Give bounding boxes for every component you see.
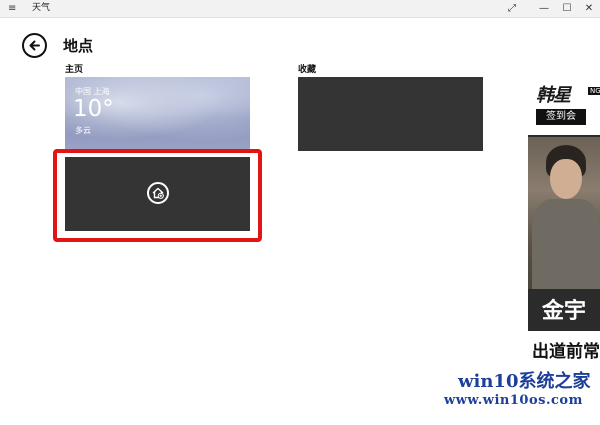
back-button[interactable] xyxy=(22,33,47,58)
tile-condition: 多云 xyxy=(75,126,91,135)
add-home-icon xyxy=(147,182,169,204)
ad-banner[interactable]: 韩星 NG 签到会 金宇 出道前常 xyxy=(528,77,600,367)
home-location-tile[interactable]: 中国 上海 10° 多云 xyxy=(65,77,250,150)
expand-icon[interactable]: ⤢ xyxy=(500,0,524,17)
ad-logo: 韩星 xyxy=(536,85,571,106)
ad-photo xyxy=(528,137,600,289)
app-title: 天气 xyxy=(32,3,51,13)
tile-temperature: 10° xyxy=(73,96,114,122)
watermark-title: win10系统之家 xyxy=(458,371,591,392)
page-title: 地点 xyxy=(63,37,94,55)
favorite-location-tile[interactable] xyxy=(298,77,483,151)
watermark-url: www.win10os.com xyxy=(444,393,583,408)
ad-footer: 出道前常 xyxy=(528,331,600,367)
ad-header: 韩星 NG 签到会 xyxy=(528,77,600,135)
add-location-tile[interactable] xyxy=(65,157,250,231)
ad-photo-sweater xyxy=(532,199,600,289)
ad-headline: 金宇 xyxy=(542,299,587,324)
ad-tagline: 签到会 xyxy=(536,109,586,125)
minimize-icon[interactable]: — xyxy=(532,0,556,17)
hamburger-icon[interactable]: ≡ xyxy=(8,0,16,17)
ad-footer-text: 出道前常 xyxy=(532,342,600,362)
section-label-favorites: 收藏 xyxy=(298,65,317,75)
close-icon[interactable]: ✕ xyxy=(577,0,600,17)
back-arrow-icon xyxy=(29,40,40,51)
maximize-icon[interactable]: ☐ xyxy=(555,0,579,17)
title-bar: ≡ 天气 ⤢ — ☐ ✕ xyxy=(0,0,600,18)
ad-badge: NG xyxy=(588,87,600,95)
section-label-home: 主页 xyxy=(65,65,84,75)
ad-photo-face xyxy=(550,159,582,199)
